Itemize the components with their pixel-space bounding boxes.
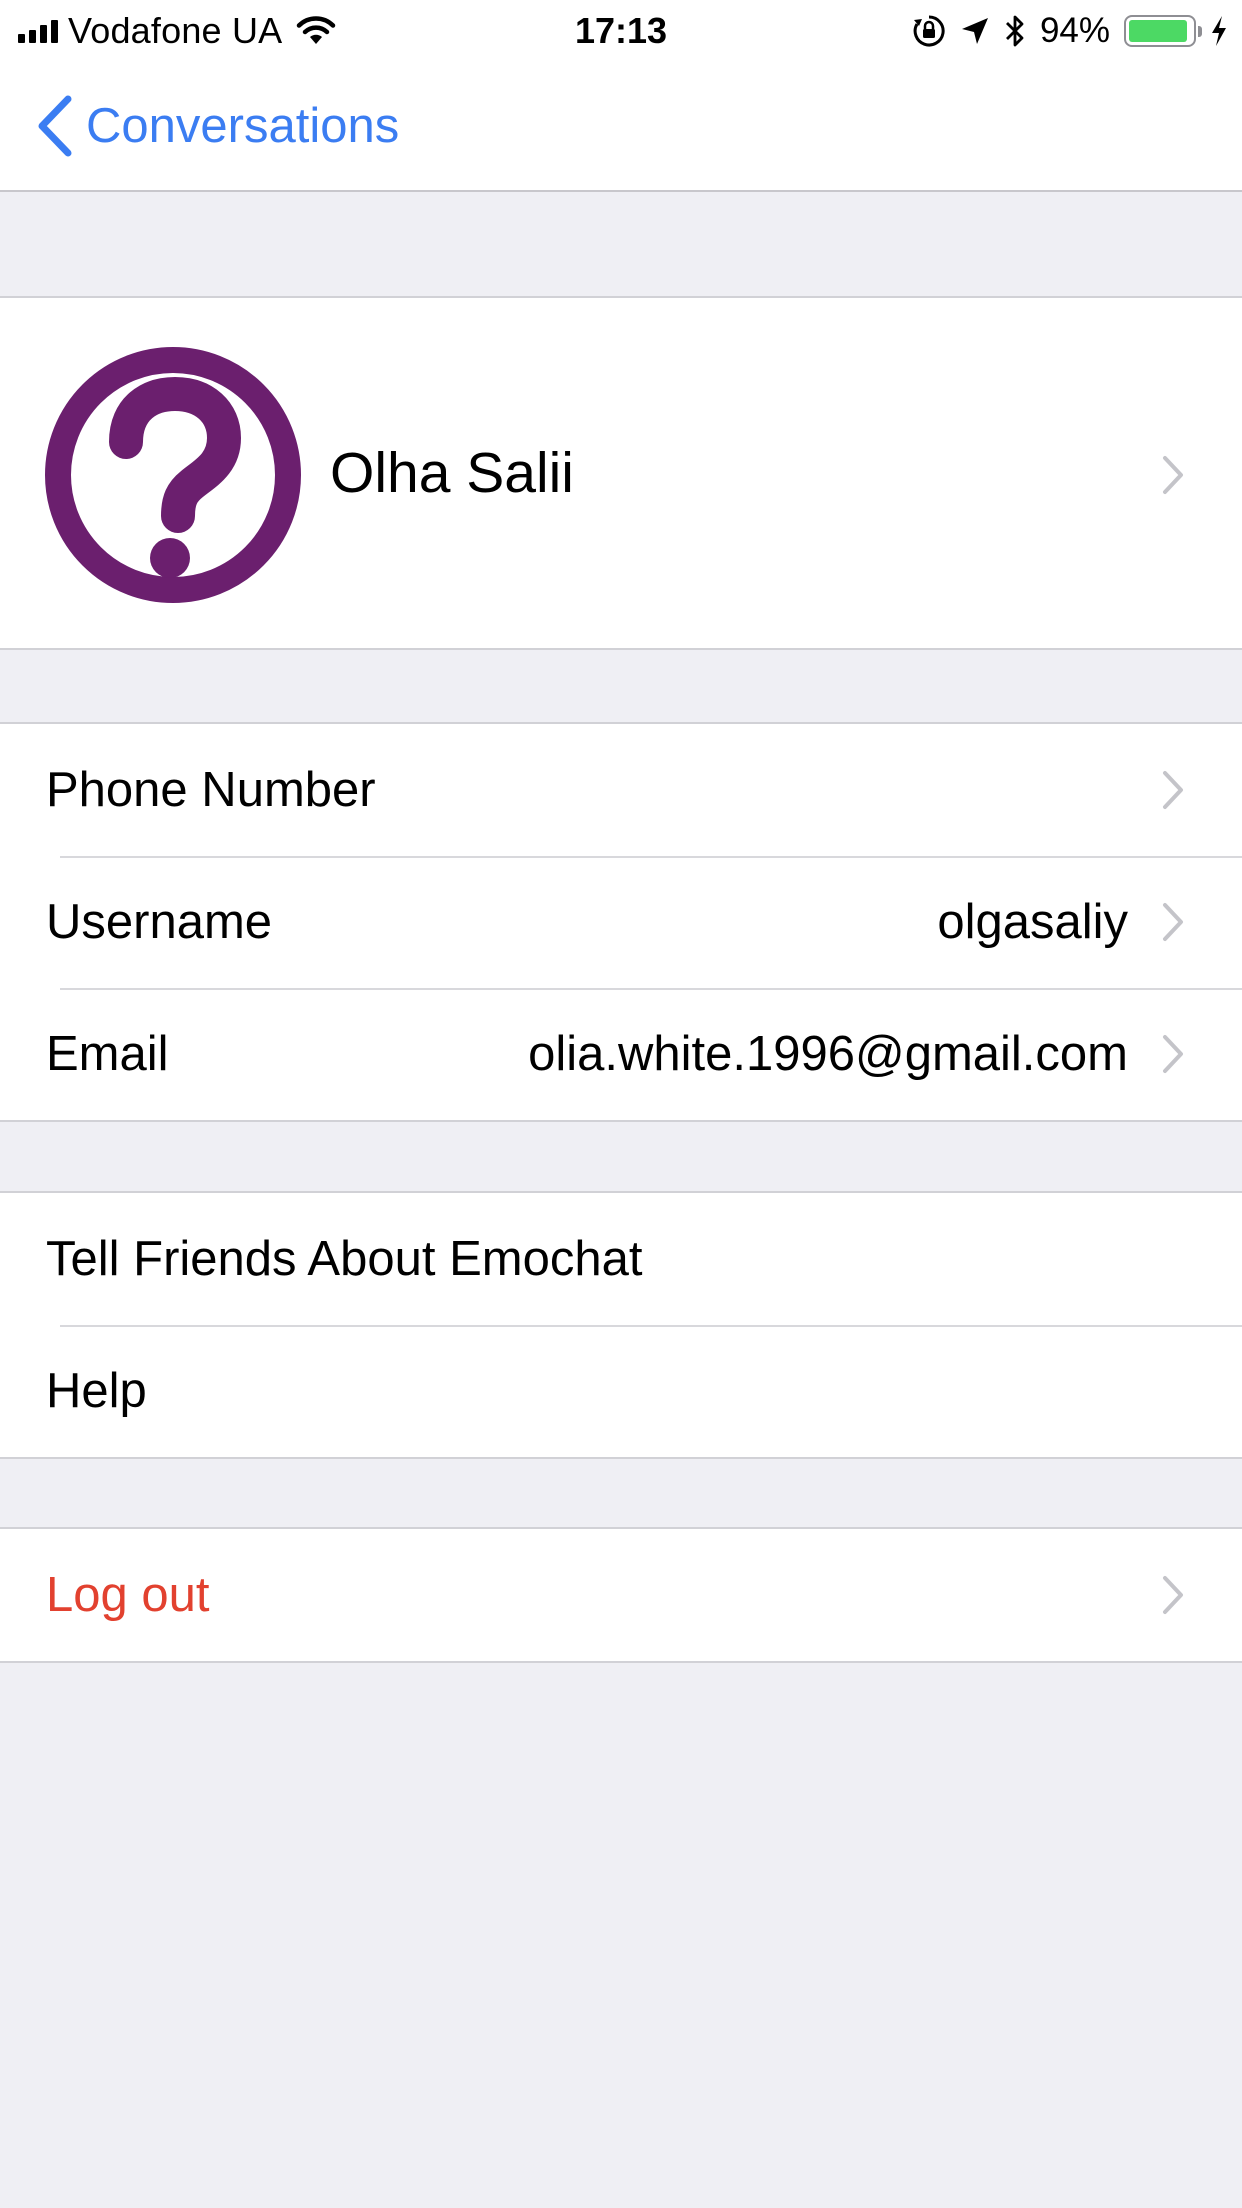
info-group: Tell Friends About Emochat Help xyxy=(0,1191,1242,1459)
battery-icon xyxy=(1124,15,1202,47)
navigation-bar: Conversations xyxy=(0,60,1242,192)
account-group: Phone Number Username olgasaliy Email ol… xyxy=(0,722,1242,1122)
status-right: 94% xyxy=(912,8,1228,54)
profile-cell[interactable]: Olha Salii xyxy=(0,296,1242,650)
location-icon xyxy=(961,18,988,44)
back-button-label: Conversations xyxy=(86,99,400,153)
status-bar: Vodafone UA 17:13 94% xyxy=(0,0,1242,60)
bluetooth-icon xyxy=(1005,15,1024,47)
charging-icon xyxy=(1212,16,1226,46)
chevron-right-icon xyxy=(1163,771,1183,809)
chevron-right-icon xyxy=(1163,456,1183,494)
orientation-lock-icon xyxy=(913,15,945,47)
row-label: Username xyxy=(46,895,273,949)
logout-row[interactable]: Log out xyxy=(0,1529,1242,1661)
tell-friends-row[interactable]: Tell Friends About Emochat xyxy=(0,1193,1242,1325)
question-mark-avatar-icon xyxy=(45,347,301,603)
phone-number-row[interactable]: Phone Number xyxy=(0,724,1242,856)
row-label: Tell Friends About Emochat xyxy=(46,1232,643,1286)
row-label: Phone Number xyxy=(46,763,376,817)
username-row[interactable]: Username olgasaliy xyxy=(0,856,1242,988)
row-label: Email xyxy=(46,1027,169,1081)
battery-fill xyxy=(1129,20,1188,42)
back-button[interactable]: Conversations xyxy=(36,95,400,157)
profile-name: Olha Salii xyxy=(330,441,574,505)
chevron-left-icon xyxy=(38,95,72,157)
chevron-right-icon xyxy=(1163,1576,1183,1614)
help-row[interactable]: Help xyxy=(0,1325,1242,1457)
logout-label: Log out xyxy=(46,1568,210,1622)
logout-group: Log out xyxy=(0,1527,1242,1663)
chevron-right-icon xyxy=(1163,1035,1183,1073)
row-value: olia.white.1996@gmail.com xyxy=(528,1027,1128,1081)
battery-percent: 94% xyxy=(1039,11,1110,50)
chevron-right-icon xyxy=(1163,903,1183,941)
email-row[interactable]: Email olia.white.1996@gmail.com xyxy=(0,988,1242,1120)
row-value: olgasaliy xyxy=(937,895,1128,949)
row-label: Help xyxy=(46,1364,147,1418)
